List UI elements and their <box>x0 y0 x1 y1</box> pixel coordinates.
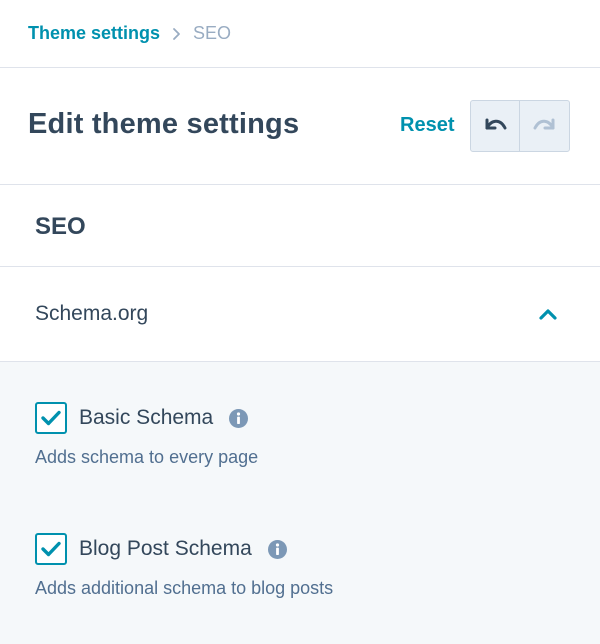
info-icon[interactable] <box>229 408 249 428</box>
chevron-up-icon <box>536 305 560 323</box>
accordion-schema-org-toggle[interactable]: Schema.org <box>0 267 600 362</box>
redo-button[interactable] <box>520 101 569 151</box>
breadcrumb-current: SEO <box>193 23 232 43</box>
chevron-right-icon <box>172 27 181 41</box>
section-title: SEO <box>35 213 86 240</box>
blog-post-schema-label: Blog Post Schema <box>79 537 252 560</box>
history-button-group <box>470 100 570 152</box>
checkmark-icon <box>41 541 61 557</box>
section-seo: SEO <box>0 185 600 267</box>
checkmark-icon <box>41 410 61 426</box>
breadcrumb: Theme settings SEO <box>0 0 600 68</box>
basic-schema-label: Basic Schema <box>79 406 214 429</box>
page-title: Edit theme settings <box>28 108 300 140</box>
redo-icon <box>531 114 559 139</box>
field-blog-post-schema: Blog Post Schema Adds additional schema … <box>35 532 333 599</box>
breadcrumb-link-theme-settings[interactable]: Theme settings <box>28 23 160 44</box>
settings-header: Edit theme settings Reset <box>0 68 600 185</box>
blog-post-schema-checkbox[interactable] <box>35 533 67 565</box>
undo-button[interactable] <box>471 101 521 151</box>
reset-button[interactable]: Reset <box>400 114 454 137</box>
field-basic-schema: Basic Schema Adds schema to every page <box>35 401 258 468</box>
blog-post-schema-help: Adds additional schema to blog posts <box>35 578 334 598</box>
info-icon[interactable] <box>267 539 287 559</box>
basic-schema-checkbox[interactable] <box>35 402 67 434</box>
accordion-body: Basic Schema Adds schema to every page B… <box>0 362 600 644</box>
accordion-title: Schema.org <box>35 302 149 325</box>
undo-icon <box>481 114 509 139</box>
basic-schema-help: Adds schema to every page <box>35 447 259 467</box>
